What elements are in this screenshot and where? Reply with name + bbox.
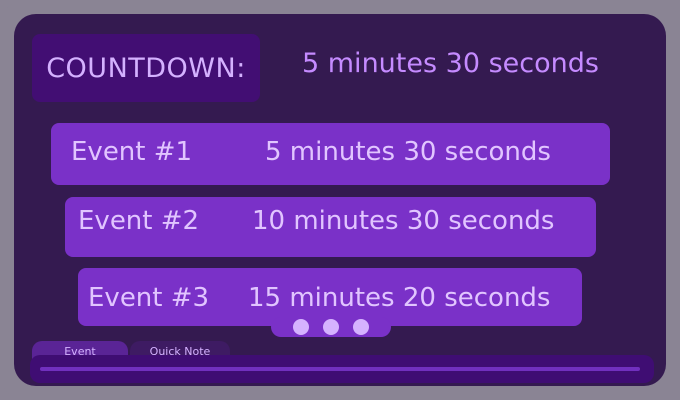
event-time: 10 minutes 30 seconds <box>252 206 555 236</box>
event-time: 5 minutes 30 seconds <box>265 137 551 167</box>
event-row-1[interactable]: Event #1 5 minutes 30 seconds <box>51 123 610 185</box>
event-time: 15 minutes 20 seconds <box>248 283 551 313</box>
bottom-bar <box>30 355 654 383</box>
screen: COUNTDOWN: 5 minutes 30 seconds Event #1… <box>14 14 666 386</box>
event-name: Event #1 <box>71 137 193 167</box>
countdown-value: 5 minutes 30 seconds <box>302 48 599 79</box>
event-name: Event #2 <box>78 206 200 236</box>
countdown-label-text: COUNTDOWN: <box>46 52 246 84</box>
device-frame: COUNTDOWN: 5 minutes 30 seconds Event #1… <box>0 0 680 400</box>
event-name: Event #3 <box>88 283 210 313</box>
event-row-2[interactable]: Event #2 10 minutes 30 seconds <box>65 197 596 257</box>
page-dot-2[interactable] <box>323 319 339 335</box>
page-indicator <box>271 317 391 337</box>
page-dot-3[interactable] <box>353 319 369 335</box>
countdown-label: COUNTDOWN: <box>32 34 260 102</box>
progress-track <box>40 367 640 371</box>
page-dot-1[interactable] <box>293 319 309 335</box>
